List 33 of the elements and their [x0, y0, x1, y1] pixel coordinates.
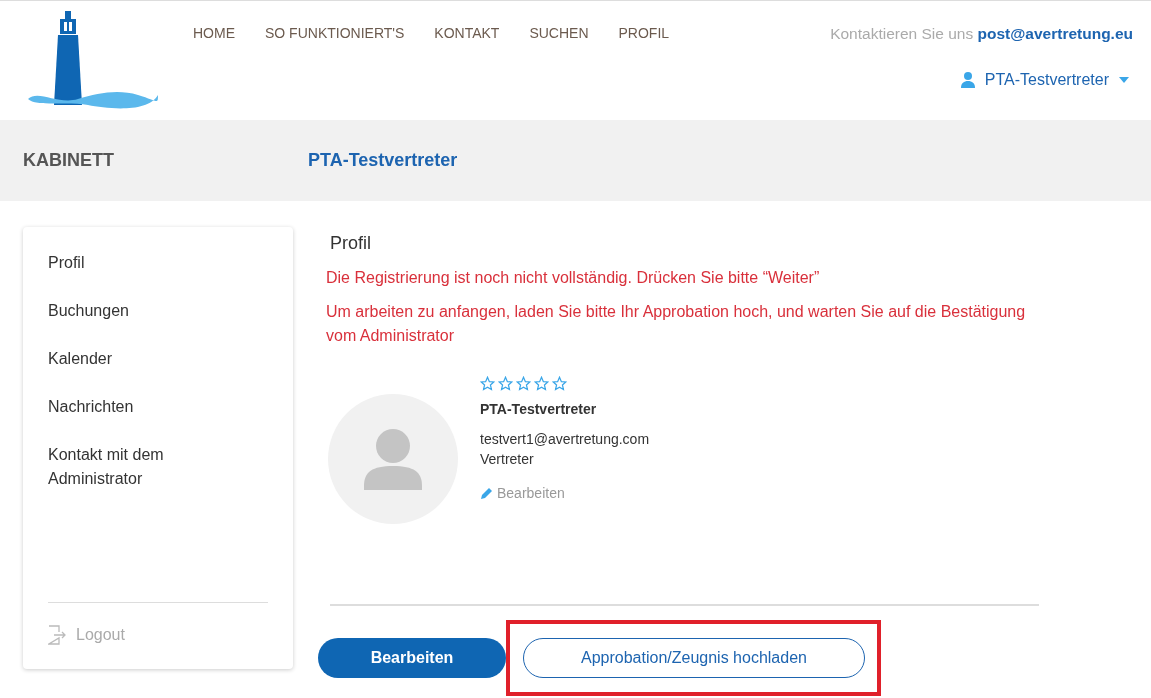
nav-link[interactable]: KONTAKT: [434, 25, 500, 41]
user-menu[interactable]: PTA-Testvertreter: [960, 71, 1133, 89]
nav-link[interactable]: SO FUNKTIONIERT'S: [265, 25, 405, 41]
caret-icon: [1119, 77, 1129, 83]
contact-text: Kontaktieren Sie uns post@avertretung.eu: [830, 25, 1133, 43]
nav-link[interactable]: HOME: [193, 25, 235, 41]
email-link[interactable]: post@avertretung.eu: [977, 25, 1133, 42]
user-icon: [960, 72, 975, 88]
star-icon: [480, 376, 495, 391]
sidebar-item[interactable]: Kontakt mit dem Administrator: [48, 443, 198, 491]
sidebar-item[interactable]: Kalender: [48, 347, 198, 371]
profile-heading: Profil: [330, 233, 372, 254]
logout-icon: [48, 625, 66, 645]
profile-name: PTA-Testvertreter: [480, 401, 598, 417]
section-title: KABINETT: [23, 150, 115, 171]
star-icon: [534, 376, 549, 391]
profile-email: testvert1@avertretung.com: [480, 431, 650, 447]
nav-link[interactable]: SUCHEN: [529, 25, 589, 41]
user-title: PTA-Testvertreter: [308, 150, 458, 171]
star-icon: [552, 376, 567, 391]
profile-role: Vertreter: [480, 451, 535, 467]
sidebar-item[interactable]: Profil: [48, 251, 198, 275]
sidebar-item[interactable]: Buchungen: [48, 299, 198, 323]
warning-text: Um arbeiten zu anfangen, laden Sie bitte Ihr Approbation hoch, und warten Sie auf die Bestätigung vom Administrator: [326, 302, 1027, 346]
star-icon: [498, 376, 513, 391]
star-icon: [516, 376, 531, 391]
warning-text: Die Registrierung ist noch nicht vollständig. Drücken Sie bitte “Weiter”: [326, 268, 821, 288]
person-silhouette-icon: [362, 428, 424, 490]
sidebar-item[interactable]: Nachrichten: [48, 395, 198, 419]
edit-button[interactable]: Bearbeiten: [318, 638, 506, 678]
upload-button[interactable]: Approbation/Zeugnis hochladen: [523, 638, 865, 678]
nav-link[interactable]: PROFIL: [618, 25, 670, 41]
pencil-icon: [480, 486, 494, 500]
